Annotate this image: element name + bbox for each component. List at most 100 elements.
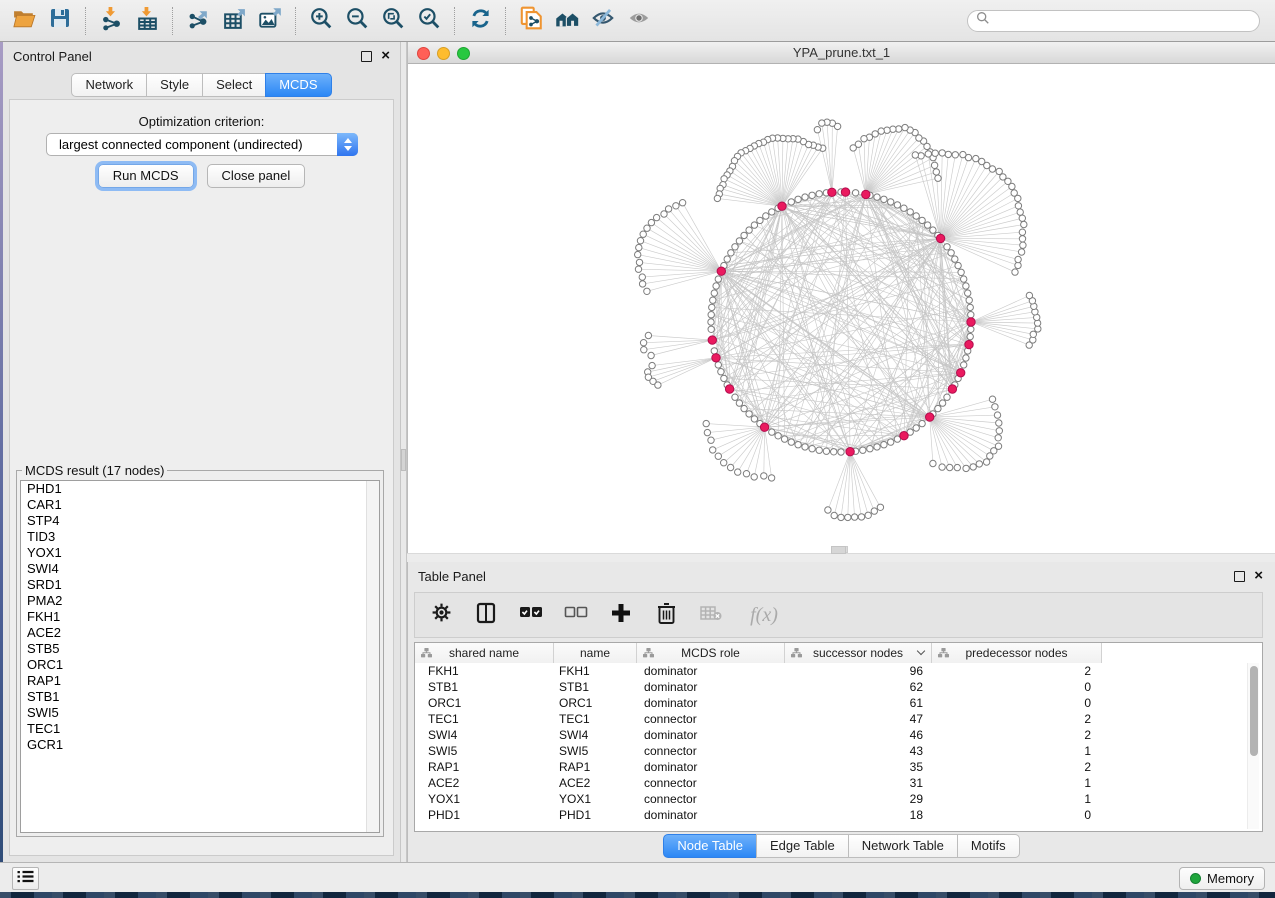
column-header-name[interactable]: name — [554, 643, 637, 663]
show-all-homes-button[interactable] — [549, 5, 585, 37]
tab-mcds[interactable]: MCDS — [265, 73, 331, 97]
tab-network[interactable]: Network — [71, 73, 147, 97]
table-row[interactable]: SWI4SWI4dominator462 — [415, 727, 1248, 743]
zoom-out-button[interactable] — [339, 5, 375, 37]
tab-network-table[interactable]: Network Table — [848, 834, 958, 858]
select-all-columns-button[interactable] — [517, 600, 545, 630]
scrollbar-thumb[interactable] — [1250, 666, 1258, 756]
list-item[interactable]: YOX1 — [21, 545, 379, 561]
mcds-result-list[interactable]: PHD1CAR1STP4TID3YOX1SWI4SRD1PMA2FKH1ACE2… — [20, 480, 380, 833]
close-panel-icon[interactable]: × — [381, 47, 390, 65]
tab-style[interactable]: Style — [146, 73, 203, 97]
list-item[interactable]: RAP1 — [21, 673, 379, 689]
list-item[interactable]: STB5 — [21, 641, 379, 657]
table-row[interactable]: RAP1RAP1dominator352 — [415, 759, 1248, 775]
list-item[interactable]: SWI5 — [21, 705, 379, 721]
table-cell: SWI4 — [415, 727, 554, 743]
clone-network-icon — [518, 5, 544, 36]
gear-icon — [431, 602, 452, 628]
export-image-button[interactable] — [252, 5, 288, 37]
table-row[interactable]: ORC1ORC1dominator610 — [415, 695, 1248, 711]
list-item[interactable]: TEC1 — [21, 721, 379, 737]
table-cell: PHD1 — [415, 807, 554, 823]
save-session-button[interactable] — [42, 5, 78, 37]
zoom-in-button[interactable] — [303, 5, 339, 37]
network-window-titlebar[interactable]: YPA_prune.txt_1 — [408, 42, 1275, 64]
table-row[interactable]: STB1STB1dominator620 — [415, 679, 1248, 695]
list-item[interactable]: FKH1 — [21, 609, 379, 625]
close-panel-icon[interactable]: × — [1254, 567, 1263, 585]
criterion-dropdown[interactable]: largest connected component (undirected) — [46, 133, 358, 156]
vertical-splitter[interactable] — [400, 42, 407, 862]
mcds-result-group: MCDS result (17 nodes) PHD1CAR1STP4TID3Y… — [16, 470, 384, 837]
import-table-button[interactable] — [129, 5, 165, 37]
column-header-shared-name[interactable]: shared name — [415, 643, 554, 663]
horizontal-splitter[interactable] — [407, 553, 1275, 562]
tab-edge-table[interactable]: Edge Table — [756, 834, 849, 858]
close-panel-button[interactable]: Close panel — [207, 164, 306, 188]
export-network-button[interactable] — [180, 5, 216, 37]
import-network-button[interactable] — [93, 5, 129, 37]
table-row[interactable]: FKH1FKH1dominator962 — [415, 663, 1248, 679]
list-item[interactable]: GCR1 — [21, 737, 379, 753]
trash-icon — [657, 602, 676, 629]
tab-select[interactable]: Select — [202, 73, 266, 97]
table-options-button[interactable] — [427, 600, 455, 630]
create-column-button[interactable] — [607, 600, 635, 630]
hide-selected-button[interactable] — [585, 5, 621, 37]
memory-button[interactable]: Memory — [1179, 867, 1265, 890]
zoom-selected-button[interactable] — [411, 5, 447, 37]
table-cell: ORC1 — [554, 695, 637, 711]
save-floppy-icon — [48, 6, 72, 35]
list-item[interactable]: SWI4 — [21, 561, 379, 577]
table-cell: FKH1 — [415, 663, 554, 679]
table-row[interactable]: SWI5SWI5connector431 — [415, 743, 1248, 759]
column-header-predecessor-nodes[interactable]: predecessor nodes — [932, 643, 1102, 663]
table-row[interactable]: TEC1TEC1connector472 — [415, 711, 1248, 727]
show-hidden-button[interactable] — [621, 5, 657, 37]
column-header-successor-nodes[interactable]: successor nodes — [785, 643, 932, 663]
table-row[interactable]: ACE2ACE2connector311 — [415, 775, 1248, 791]
run-mcds-button[interactable]: Run MCDS — [98, 164, 194, 188]
table-row[interactable]: YOX1YOX1connector291 — [415, 791, 1248, 807]
column-header-MCDS-role[interactable]: MCDS role — [637, 643, 785, 663]
list-item[interactable]: ACE2 — [21, 625, 379, 641]
clone-network-button[interactable] — [513, 5, 549, 37]
splitter-handle[interactable] — [401, 449, 406, 471]
memory-label: Memory — [1207, 871, 1254, 886]
list-item[interactable]: TID3 — [21, 529, 379, 545]
table-scrollbar[interactable] — [1247, 663, 1259, 829]
splitter-handle[interactable] — [831, 546, 846, 554]
unselect-all-columns-button[interactable] — [562, 600, 590, 630]
list-item[interactable]: ORC1 — [21, 657, 379, 673]
search-input[interactable] — [995, 14, 1251, 28]
export-table-button[interactable] — [216, 5, 252, 37]
list-item[interactable]: PMA2 — [21, 593, 379, 609]
list-item[interactable]: CAR1 — [21, 497, 379, 513]
list-item[interactable]: PHD1 — [21, 481, 379, 497]
table-row[interactable]: PHD1PHD1dominator180 — [415, 807, 1248, 823]
tab-motifs[interactable]: Motifs — [957, 834, 1020, 858]
table-cell: 18 — [785, 807, 932, 823]
list-item[interactable]: STB1 — [21, 689, 379, 705]
float-panel-icon[interactable] — [1234, 571, 1245, 582]
fx-icon: f(x) — [750, 604, 778, 627]
task-history-button[interactable] — [12, 867, 39, 890]
search-field[interactable] — [967, 10, 1260, 32]
zoom-fit-button[interactable] — [375, 5, 411, 37]
table-cell: FKH1 — [554, 663, 637, 679]
refresh-button[interactable] — [462, 5, 498, 37]
network-canvas[interactable] — [408, 64, 1275, 553]
delete-table-button[interactable] — [697, 600, 725, 630]
tab-node-table[interactable]: Node Table — [663, 834, 757, 858]
list-item[interactable]: STP4 — [21, 513, 379, 529]
show-columns-button[interactable] — [472, 600, 500, 630]
float-panel-icon[interactable] — [361, 51, 372, 62]
table-cell: SWI4 — [554, 727, 637, 743]
list-item[interactable]: SRD1 — [21, 577, 379, 593]
function-builder-button[interactable]: f(x) — [742, 600, 786, 630]
table-cell: 1 — [932, 791, 1102, 807]
open-session-button[interactable] — [6, 5, 42, 37]
delete-columns-button[interactable] — [652, 600, 680, 630]
result-list-scrollbar[interactable] — [366, 481, 379, 832]
